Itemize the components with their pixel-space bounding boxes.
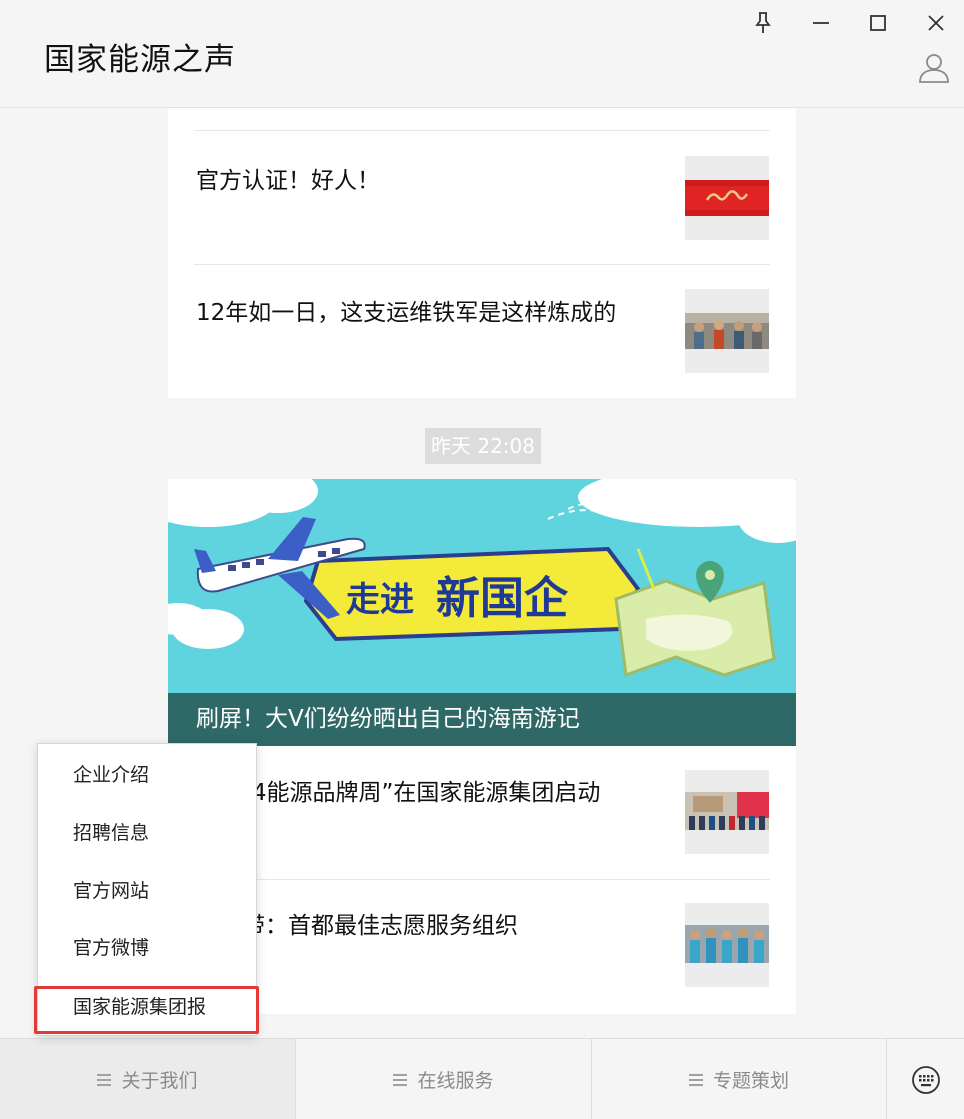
about-us-menu: 企业介绍 招聘信息 官方网站 官方微博 国家能源集团报 bbox=[37, 743, 257, 1036]
menu-item-official-weibo[interactable]: 官方微博 bbox=[38, 925, 256, 971]
tab-label: 专题策划 bbox=[712, 1070, 789, 1092]
title-bar: 国家能源之声 bbox=[0, 0, 964, 108]
article-banner[interactable]: 走进 新国企 刷屏！大V们纷纷晒出自己的海南游记 bbox=[168, 479, 796, 746]
minimize-icon bbox=[813, 22, 829, 24]
article-title: 12年如一日，这支运维铁军是这样炼成的 bbox=[196, 300, 617, 326]
article-card: 官方认证！好人！ 12年如一日，这支运维铁军是这样炼成的 bbox=[168, 108, 796, 398]
tab-label: 在线服务 bbox=[417, 1070, 494, 1092]
tab-about-us[interactable]: 关于我们 bbox=[0, 1039, 296, 1119]
article-thumbnail bbox=[685, 289, 769, 373]
article-thumbnail bbox=[685, 156, 769, 240]
article-item[interactable]: 绿丝带：首都最佳志愿服务组织 bbox=[168, 880, 796, 1014]
article-title: 官方认证！好人！ bbox=[196, 168, 380, 194]
maximize-icon bbox=[870, 15, 886, 31]
article-item[interactable]: 官方认证！好人！ bbox=[168, 131, 796, 265]
article-thumbnail bbox=[685, 903, 769, 987]
message-timestamp: 昨天 22:08 bbox=[425, 428, 541, 464]
menu-icon bbox=[393, 1073, 408, 1086]
keyboard-icon bbox=[911, 1065, 940, 1094]
minimize-button[interactable] bbox=[801, 6, 841, 40]
menu-icon bbox=[97, 1073, 112, 1086]
user-icon bbox=[919, 54, 949, 83]
close-button[interactable] bbox=[916, 6, 956, 40]
article-item[interactable]: “2024能源品牌周”在国家能源集团启动 bbox=[168, 746, 796, 879]
svg-text:走进: 走进 bbox=[346, 580, 414, 620]
pin-button[interactable] bbox=[743, 6, 783, 40]
close-icon bbox=[928, 15, 944, 31]
profile-button[interactable] bbox=[916, 50, 956, 90]
pin-icon bbox=[755, 12, 771, 33]
svg-text:新国企: 新国企 bbox=[436, 573, 569, 624]
article-thumbnail bbox=[685, 770, 769, 854]
tab-special-topics[interactable]: 专题策划 bbox=[592, 1039, 887, 1119]
tab-online-services[interactable]: 在线服务 bbox=[296, 1039, 592, 1119]
menu-icon bbox=[688, 1073, 703, 1086]
article-card: 走进 新国企 刷屏！大V们纷纷晒出自己的海南游记 “2024能源品牌周”在国家能… bbox=[168, 479, 796, 1014]
bottom-menu-bar: 关于我们 在线服务 专题策划 bbox=[0, 1038, 964, 1119]
menu-item-recruitment[interactable]: 招聘信息 bbox=[38, 810, 256, 856]
banner-caption: 刷屏！大V们纷纷晒出自己的海南游记 bbox=[168, 693, 796, 746]
menu-item-official-website[interactable]: 官方网站 bbox=[38, 868, 256, 914]
article-item[interactable]: 12年如一日，这支运维铁军是这样炼成的 bbox=[168, 265, 796, 398]
menu-item-company-intro[interactable]: 企业介绍 bbox=[38, 752, 256, 798]
tab-label: 关于我们 bbox=[121, 1070, 198, 1092]
app-title: 国家能源之声 bbox=[44, 42, 236, 78]
keyboard-button[interactable] bbox=[887, 1039, 964, 1119]
menu-item-group-newspaper[interactable]: 国家能源集团报 bbox=[38, 984, 256, 1030]
maximize-button[interactable] bbox=[858, 6, 898, 40]
